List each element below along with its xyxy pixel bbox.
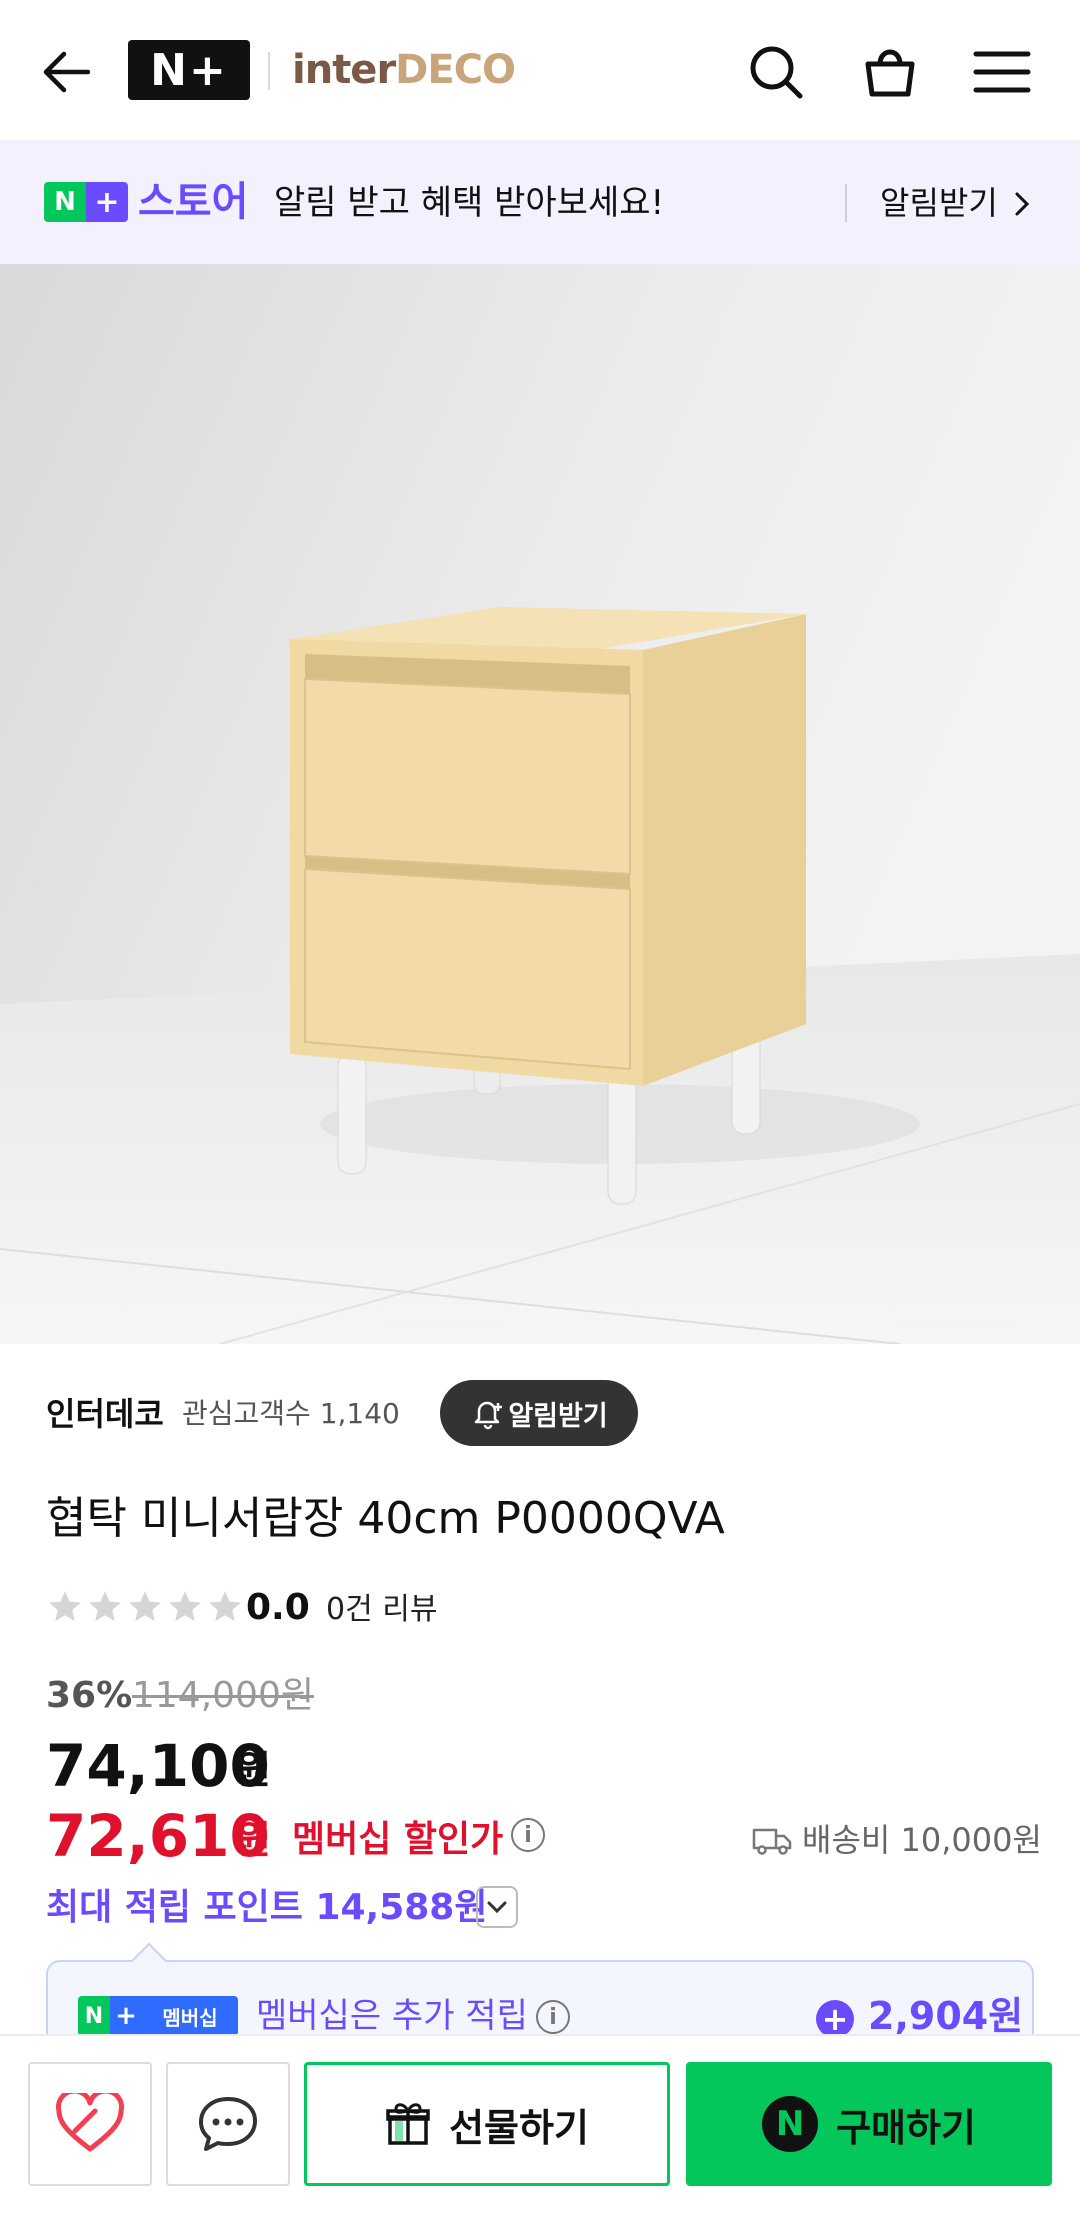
gift-label: 선물하기 xyxy=(449,2105,589,2150)
shipping-fee[interactable]: 배송비 10,000원 xyxy=(752,1814,1042,1866)
chip-n: N xyxy=(78,1996,110,2036)
review-count-link[interactable]: 0건 리뷰 xyxy=(326,1580,437,1640)
star-icon xyxy=(129,1591,161,1622)
chat-bubble-icon xyxy=(199,2097,257,2151)
star-icon xyxy=(209,1591,241,1622)
search-icon[interactable] xyxy=(740,36,812,108)
product-image[interactable] xyxy=(0,264,1080,1344)
member-price-label: 멤버십 할인가 xyxy=(292,1819,504,1860)
notice-alarm-label: 알림받기 xyxy=(880,184,998,222)
divider xyxy=(268,52,270,90)
chip-plus: + xyxy=(86,182,128,222)
nplus-membership-chip: N + 멤버십 xyxy=(78,1996,238,2036)
chat-button[interactable] xyxy=(166,2062,290,2186)
product-title: 협탁 미니서랍장 40cm P0000QVA xyxy=(46,1493,725,1544)
seller-alarm-label: 알림받기 xyxy=(508,1400,608,1432)
seller-name[interactable]: 인터데코 xyxy=(46,1386,164,1442)
star-icon xyxy=(169,1591,201,1622)
store-label: 스토어 xyxy=(138,179,249,225)
chevron-down-icon[interactable] xyxy=(476,1886,518,1928)
nplus-chip: N + xyxy=(44,182,128,222)
original-price: 114,000원 xyxy=(132,1675,314,1716)
max-points[interactable]: 최대 적립 포인트 14,588원 xyxy=(46,1880,487,1936)
notification-banner[interactable]: N + 스토어 알림 받고 혜택 받아보세요! 알림받기 xyxy=(0,140,1080,264)
nplus-logo[interactable]: N+ xyxy=(128,40,250,100)
star-icon xyxy=(89,1591,121,1622)
buy-button[interactable]: N 구매하기 xyxy=(686,2062,1052,2186)
shipping-fee-text: 배송비 10,000원 xyxy=(802,1821,1042,1859)
rating-value: 0.0 xyxy=(246,1587,310,1628)
gift-button[interactable]: 선물하기 xyxy=(304,2062,670,2186)
brand-logo-part: DECO xyxy=(395,47,516,93)
notice-alarm-link[interactable]: 알림받기 xyxy=(880,178,1032,228)
bell-plus-icon xyxy=(475,1401,503,1430)
brand-logo-part: inter xyxy=(292,47,396,93)
brand-logo[interactable]: interDECO xyxy=(292,44,516,96)
chip-text: 멤버십 xyxy=(142,1996,238,2036)
heart-icon xyxy=(56,2093,124,2152)
menu-icon[interactable] xyxy=(966,36,1038,108)
price-currency: 원 xyxy=(236,1748,271,1792)
buy-label: 구매하기 xyxy=(836,2105,976,2150)
star-icon xyxy=(49,1591,81,1622)
back-arrow-icon[interactable] xyxy=(36,40,100,104)
cart-icon[interactable] xyxy=(854,36,926,108)
wishlist-button[interactable] xyxy=(28,2062,152,2186)
notice-text: 알림 받고 혜택 받아보세요! xyxy=(274,183,665,223)
chip-n: N xyxy=(44,182,86,222)
gift-icon xyxy=(386,2103,430,2145)
star-rating xyxy=(46,1588,244,1626)
fans-count: 관심고객수 1,140 xyxy=(182,1397,400,1430)
discount-rate: 36% xyxy=(46,1675,133,1716)
member-price-currency: 원 xyxy=(236,1818,271,1862)
divider xyxy=(845,184,847,222)
plus-circle-icon: + xyxy=(816,2000,854,2038)
app-header: N+ interDECO xyxy=(0,0,1080,140)
info-icon[interactable]: i xyxy=(511,1818,545,1852)
truck-icon xyxy=(752,1828,792,1855)
seller-alarm-button[interactable]: 알림받기 xyxy=(440,1380,638,1446)
info-icon[interactable]: i xyxy=(536,2000,570,2034)
chevron-right-icon xyxy=(1015,192,1030,216)
chip-plus: + xyxy=(110,1996,142,2036)
naver-pay-icon: N xyxy=(762,2096,819,2152)
